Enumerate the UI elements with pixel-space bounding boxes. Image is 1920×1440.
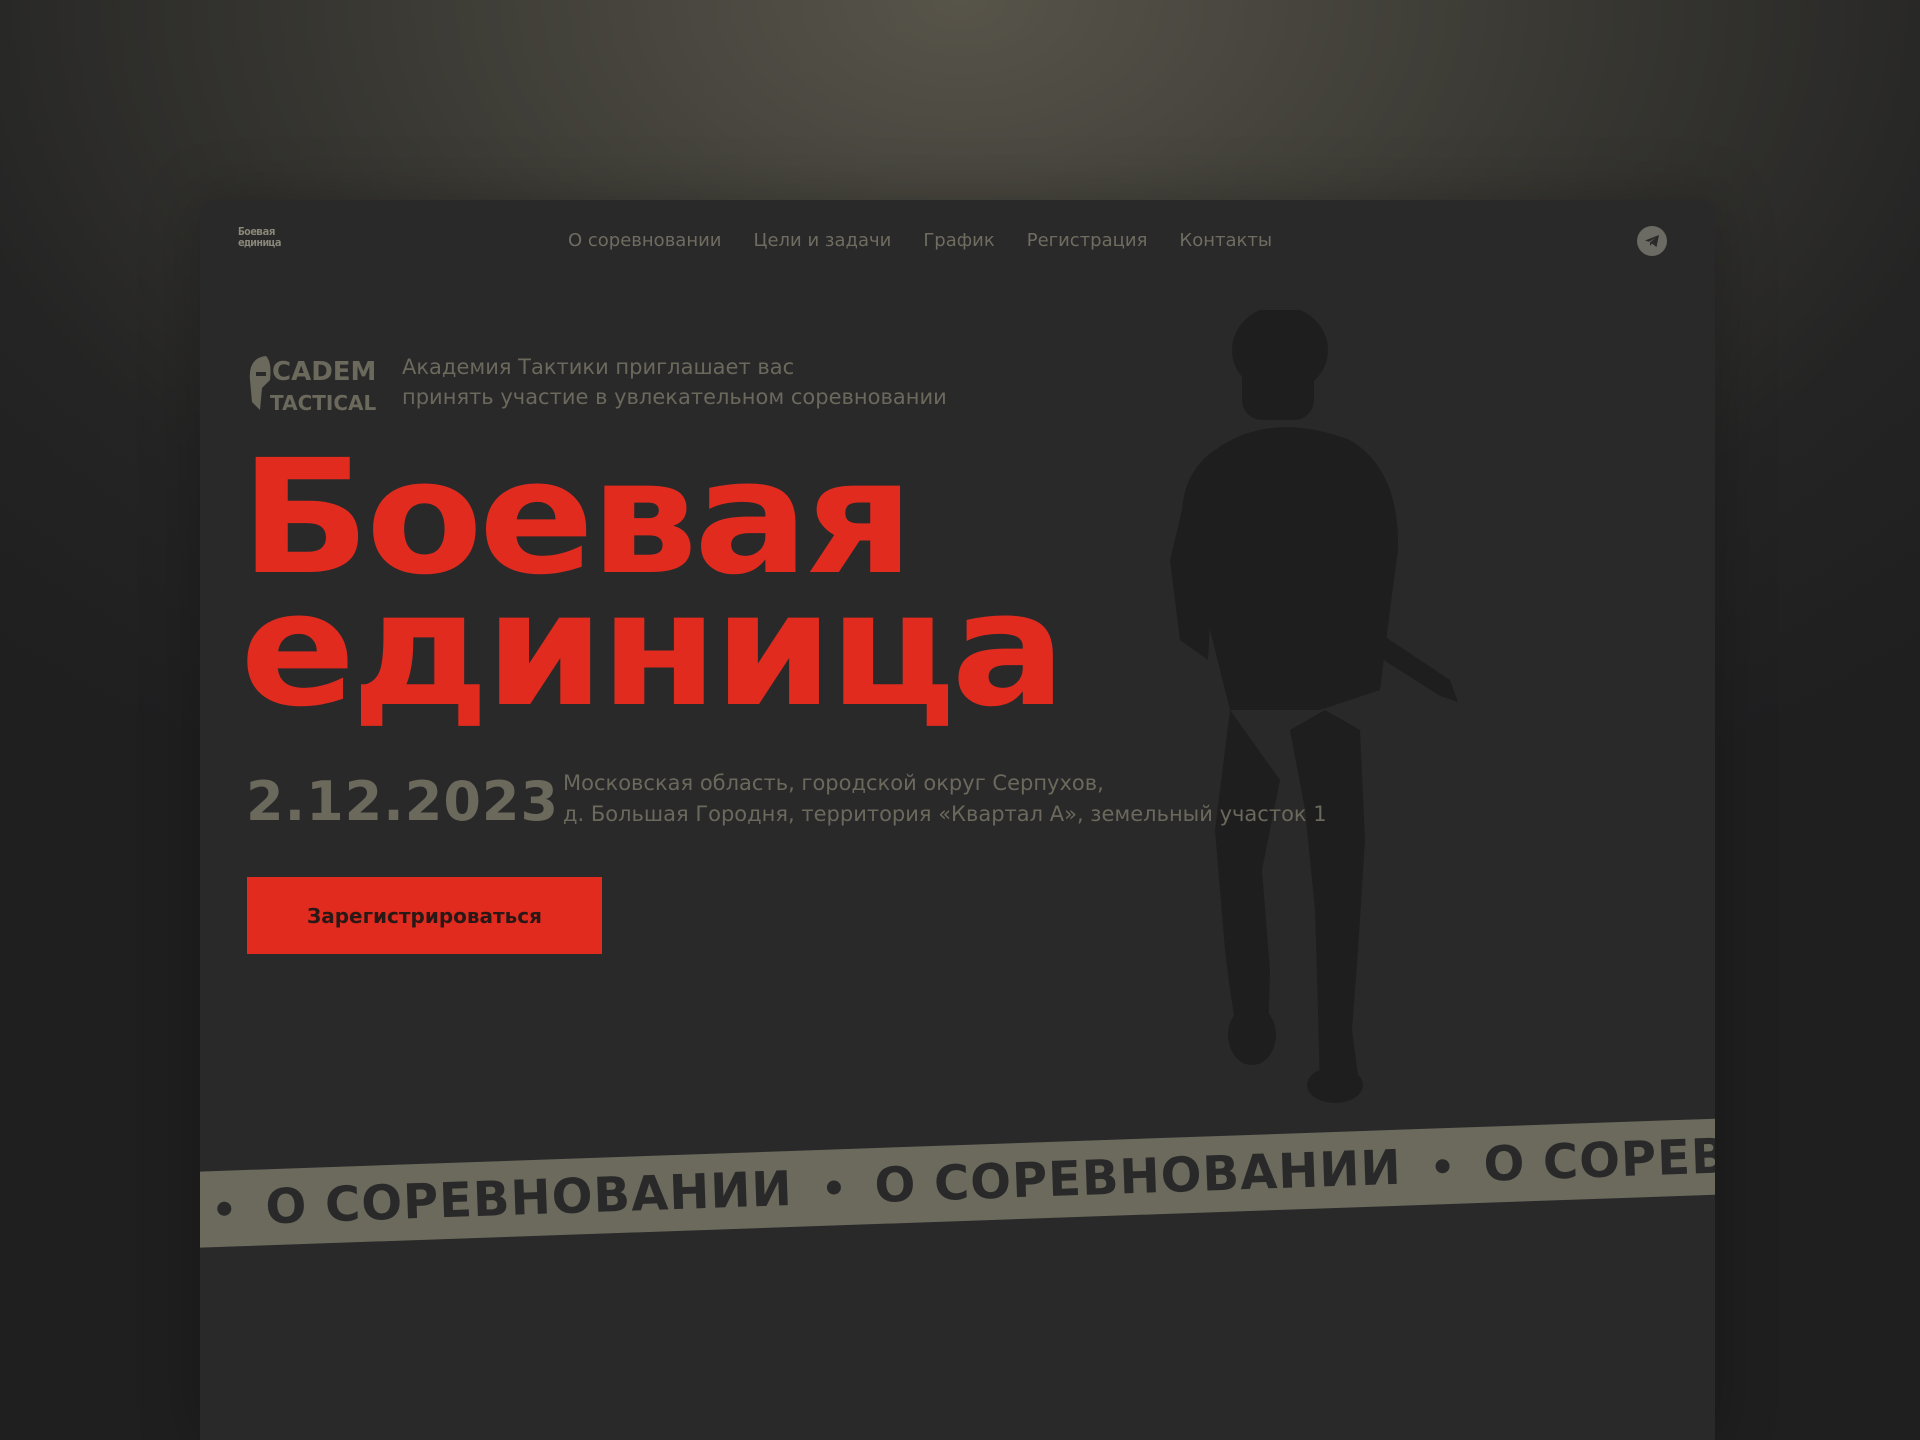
address-line-2: д. Большая Городня, территория «Квартал … — [563, 802, 1327, 826]
brand-line-2: единица — [238, 236, 281, 249]
telegram-link[interactable] — [1637, 226, 1667, 256]
top-navigation: Боевая единица О соревновании Цели и зад… — [200, 200, 1715, 284]
brand-logo[interactable]: Боевая единица — [238, 226, 318, 254]
nav-item-about[interactable]: О соревновании — [568, 230, 722, 251]
event-date: 2.12.2023 — [246, 770, 560, 833]
intro-text: Академия Тактики приглашает вас принять … — [402, 352, 947, 412]
soldier-silhouette — [1170, 310, 1458, 1103]
logo-line-1: CADEMY — [272, 357, 376, 387]
ticker-text: О СОРЕВНОВАНИИ — [873, 1139, 1403, 1215]
ticker-banner: ИИ О СОРЕВНОВАНИИ О СОРЕВНОВАНИИ О СОРЕВ… — [200, 1115, 1715, 1249]
hero-title-line-2: единица — [240, 558, 1066, 742]
ticker-bullet — [826, 1180, 841, 1195]
nav-item-schedule[interactable]: График — [923, 230, 994, 251]
academy-tactical-logo: CADEMY TACTICAL — [249, 356, 376, 415]
nav-item-goals[interactable]: Цели и задачи — [754, 230, 892, 251]
hero-title: Боевая единица — [240, 439, 1066, 742]
event-address: Московская область, городской округ Серп… — [563, 768, 1327, 830]
ticker-row: ИИ О СОРЕВНОВАНИИ О СОРЕВНОВАНИИ О СОРЕВ… — [200, 1123, 1715, 1241]
register-button[interactable]: Зарегистрироваться — [247, 877, 602, 954]
intro-line-1: Академия Тактики приглашает вас — [402, 355, 795, 379]
ticker-bullet — [217, 1201, 232, 1217]
ticker-text-partial-end: О СОРЕВНОВА — [1482, 1122, 1715, 1193]
browser-window: Боевая единица О соревновании Цели и зад… — [200, 200, 1715, 1440]
ticker-text: О СОРЕВНОВАНИИ — [264, 1160, 794, 1236]
ticker-bullet — [1435, 1158, 1450, 1174]
logo-line-2: TACTICAL — [270, 391, 376, 415]
main-menu: О соревновании Цели и задачи График Реги… — [568, 230, 1272, 251]
nav-item-registration[interactable]: Регистрация — [1027, 230, 1148, 251]
nav-item-contacts[interactable]: Контакты — [1179, 230, 1272, 251]
address-line-1: Московская область, городской округ Серп… — [563, 771, 1104, 795]
intro-line-2: принять участие в увлекательном соревнов… — [402, 385, 947, 409]
telegram-icon — [1645, 235, 1659, 247]
